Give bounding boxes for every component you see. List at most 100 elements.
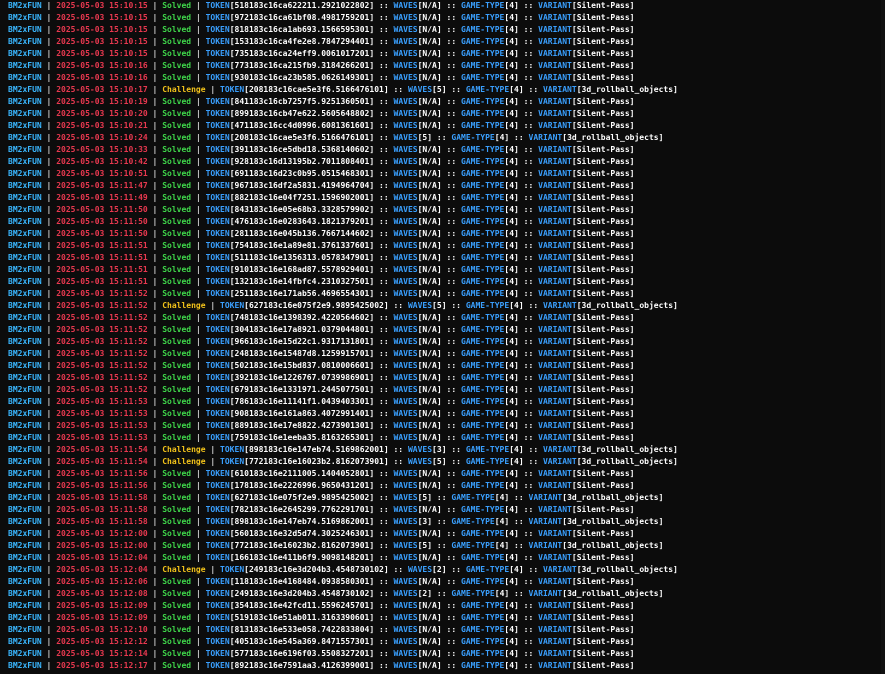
log-separator: |: [46, 397, 52, 406]
log-variant-value: Silent-Pass: [576, 553, 630, 562]
log-separator: |: [195, 133, 201, 142]
bracket: ]: [629, 277, 635, 286]
log-separator: |: [46, 661, 52, 670]
sep: ::: [446, 289, 457, 298]
log-type-key: GAME-TYPE: [451, 493, 495, 502]
log-separator: |: [195, 409, 201, 418]
log-separator: |: [210, 457, 216, 466]
log-separator: |: [195, 649, 201, 658]
log-token-value: 898183c16e147eb74.5169862001: [234, 517, 370, 526]
bracket: ]: [629, 625, 635, 634]
log-app-name: BM2xFUN: [8, 73, 42, 82]
log-variant-key: VARIANT: [538, 277, 572, 286]
log-output: BM2xFUN | 2025-05-03 15:10:15 | Solved |…: [0, 0, 885, 672]
log-variant-key: VARIANT: [538, 385, 572, 394]
log-variant-key: VARIANT: [538, 409, 572, 418]
log-separator: |: [152, 217, 158, 226]
sep: ::: [379, 193, 389, 202]
log-variant-key: VARIANT: [542, 301, 577, 310]
log-line: BM2xFUN | 2025-05-03 15:11:52 | Challeng…: [8, 300, 885, 312]
log-separator: |: [152, 397, 158, 406]
log-separator: |: [46, 277, 52, 286]
log-separator: |: [152, 613, 158, 622]
sep: ::: [446, 553, 457, 562]
log-separator: |: [152, 157, 158, 166]
log-type-key: GAME-TYPE: [461, 469, 505, 478]
log-type-key: GAME-TYPE: [461, 409, 505, 418]
log-line: BM2xFUN | 2025-05-03 15:11:53 | Solved |…: [8, 408, 885, 420]
bracket: ]: [436, 121, 442, 130]
log-separator: |: [152, 61, 158, 70]
log-variant-value: Silent-Pass: [576, 505, 630, 514]
log-timestamp: 2025-05-03 15:11:52: [56, 337, 148, 346]
bracket: ]: [629, 265, 635, 274]
bracket: ]: [369, 241, 375, 250]
log-type-key: GAME-TYPE: [461, 49, 505, 58]
sep: ::: [379, 553, 389, 562]
log-token-key: TOKEN: [205, 601, 230, 610]
sep: ::: [446, 169, 457, 178]
bracket: ]: [504, 589, 510, 598]
bracket: ]: [369, 37, 375, 46]
log-status: Challenge: [162, 85, 206, 94]
log-waves-key: WAVES: [393, 613, 418, 622]
log-variant-value: Silent-Pass: [576, 601, 630, 610]
log-app-name: BM2xFUN: [8, 445, 42, 454]
log-variant-value: Silent-Pass: [576, 313, 630, 322]
bracket: ]: [436, 193, 442, 202]
log-timestamp: 2025-05-03 15:11:58: [56, 493, 148, 502]
log-status: Solved: [162, 1, 192, 10]
bracket: ]: [514, 469, 519, 478]
bracket: ]: [514, 553, 519, 562]
log-timestamp: 2025-05-03 15:12:14: [56, 649, 148, 658]
bracket: ]: [629, 145, 635, 154]
log-line: BM2xFUN | 2025-05-03 15:10:15 | Solved |…: [8, 12, 885, 24]
sep: ::: [523, 385, 534, 394]
log-variant-key: VARIANT: [538, 637, 572, 646]
log-type-key: GAME-TYPE: [461, 217, 505, 226]
log-line: BM2xFUN | 2025-05-03 15:12:00 | Solved |…: [8, 528, 885, 540]
log-separator: |: [195, 625, 201, 634]
log-app-name: BM2xFUN: [8, 565, 42, 574]
log-separator: |: [152, 325, 158, 334]
log-variant-key: VARIANT: [538, 229, 572, 238]
log-separator: |: [195, 217, 201, 226]
log-separator: |: [46, 625, 52, 634]
sep: ::: [379, 409, 389, 418]
log-waves-key: WAVES: [393, 385, 418, 394]
log-token-value: 972183c16ca61bf08.4981759201: [234, 13, 370, 22]
log-separator: |: [195, 601, 201, 610]
sep: ::: [523, 265, 534, 274]
log-line: BM2xFUN | 2025-05-03 15:11:52 | Solved |…: [8, 312, 885, 324]
log-line: BM2xFUN | 2025-05-03 15:11:52 | Solved |…: [8, 324, 885, 336]
sep: ::: [523, 121, 534, 130]
log-token-key: TOKEN: [205, 589, 230, 598]
log-type-key: GAME-TYPE: [465, 457, 510, 466]
log-token-key: TOKEN: [205, 121, 230, 130]
bracket: ]: [436, 241, 442, 250]
sep: ::: [446, 277, 457, 286]
log-separator: |: [152, 553, 158, 562]
sep: ::: [514, 133, 524, 142]
log-line: BM2xFUN | 2025-05-03 15:11:51 | Solved |…: [8, 264, 885, 276]
terminal-window[interactable]: BM2xFUN | 2025-05-03 15:10:15 | Solved |…: [0, 0, 885, 674]
log-type-key: GAME-TYPE: [461, 421, 505, 430]
bracket: ]: [436, 277, 442, 286]
bracket: ]: [436, 25, 442, 34]
log-separator: |: [195, 181, 201, 190]
bracket: ]: [436, 481, 442, 490]
bracket: ]: [436, 109, 442, 118]
log-variant-value: Silent-Pass: [576, 397, 630, 406]
log-token-value: 391183c16ce5dbd18.5368140602: [234, 145, 370, 154]
bracket: ]: [629, 1, 635, 10]
log-line: BM2xFUN | 2025-05-03 15:11:58 | Solved |…: [8, 516, 885, 528]
sep: ::: [523, 157, 534, 166]
log-separator: |: [152, 661, 158, 670]
scrollbar[interactable]: [881, 0, 885, 674]
bracket: ]: [658, 493, 664, 502]
log-waves-key: WAVES: [393, 97, 418, 106]
log-waves-value: N/A: [422, 289, 437, 298]
bracket: ]: [427, 589, 433, 598]
bracket: ]: [369, 361, 375, 370]
bracket: ]: [436, 181, 442, 190]
